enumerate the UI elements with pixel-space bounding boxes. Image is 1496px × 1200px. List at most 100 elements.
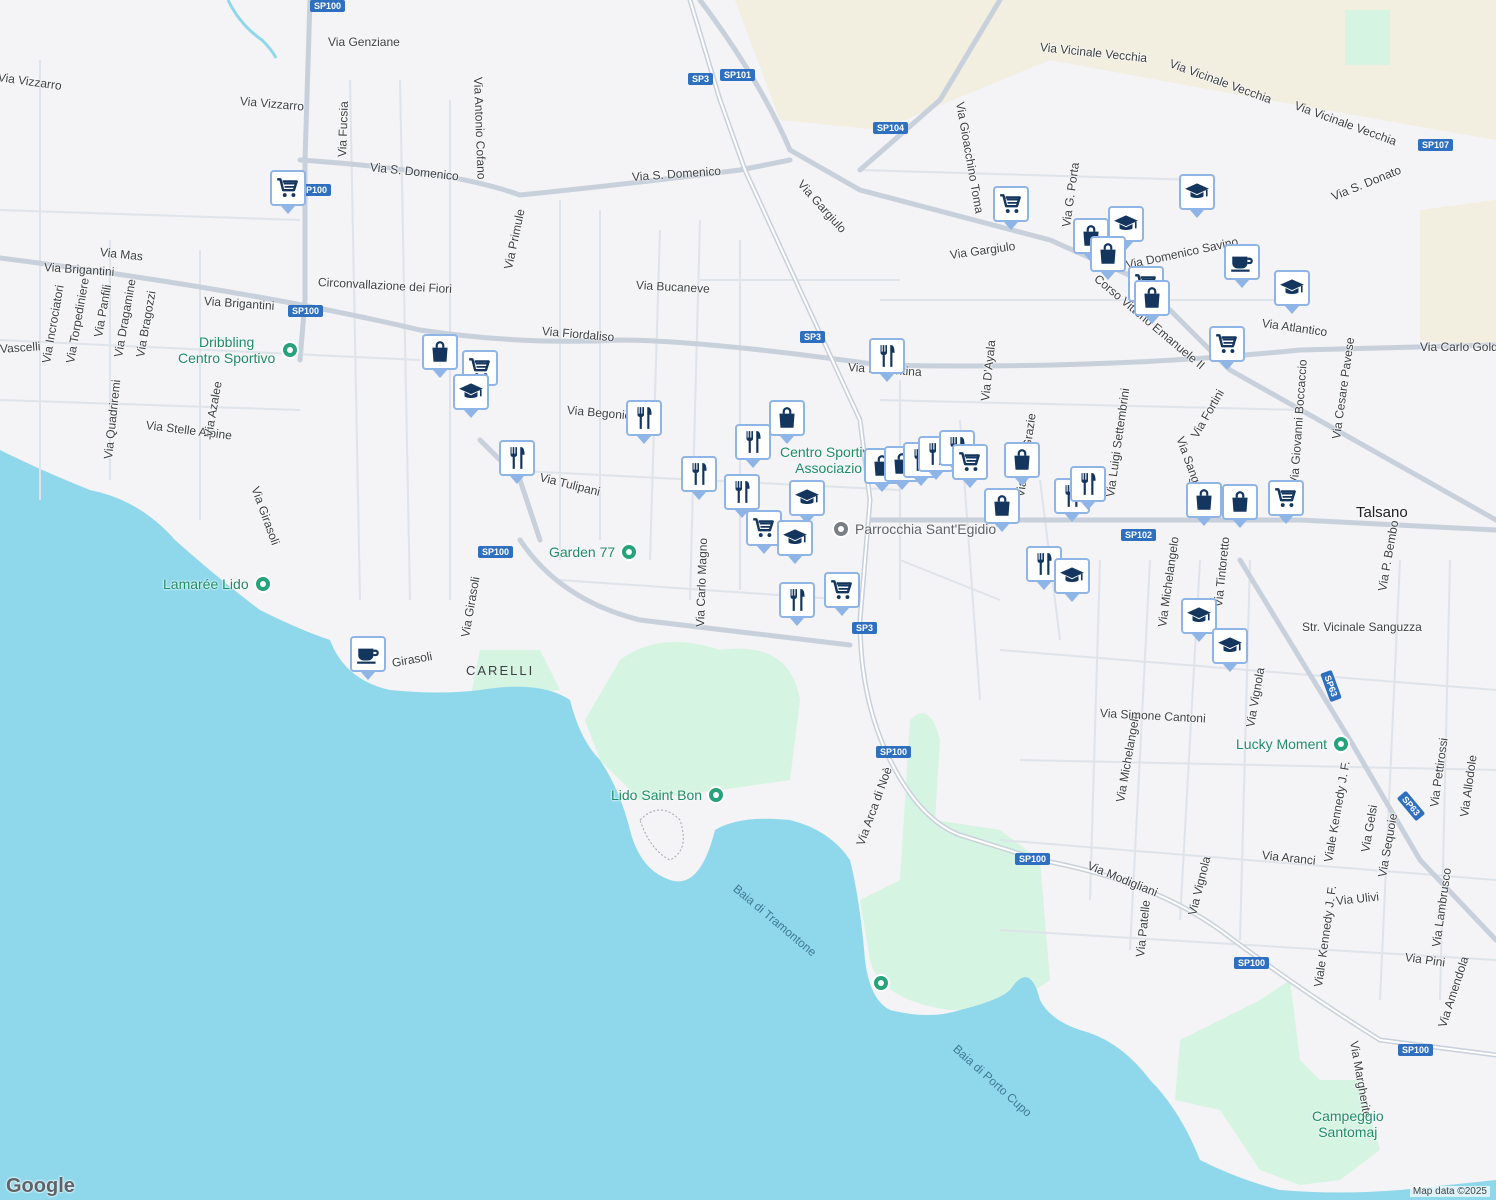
shopping-bag-icon	[769, 400, 805, 436]
school-marker[interactable]	[453, 374, 489, 418]
cafe-marker[interactable]	[350, 636, 386, 680]
shopping-cart-icon	[824, 572, 860, 608]
poi-dribbling[interactable]: Dribbling Centro Sportivo	[178, 334, 300, 366]
school-icon	[777, 520, 813, 556]
shop-marker[interactable]	[422, 334, 458, 378]
marker-pointer	[510, 476, 524, 484]
google-logo: Google	[6, 1175, 75, 1197]
shopping-cart-icon	[993, 186, 1029, 222]
shopping-cart-icon	[1268, 480, 1304, 516]
street-label: Vascelli	[0, 339, 41, 356]
marker-pointer	[995, 524, 1009, 532]
map-base-layer	[0, 0, 1496, 1200]
restaurant-icon	[681, 456, 717, 492]
poi-lamaree-lido[interactable]: Lamarée Lido	[163, 575, 272, 593]
shopping-bag-icon	[1134, 280, 1170, 316]
poi-pin-icon	[620, 543, 639, 561]
route-shield: SP3	[688, 73, 714, 85]
restaurant-marker[interactable]	[779, 582, 815, 626]
marker-pointer	[835, 608, 849, 616]
poi-garden-77[interactable]: Garden 77	[549, 543, 639, 561]
marker-pointer	[464, 410, 478, 418]
marker-pointer	[788, 556, 802, 564]
restaurant-icon	[779, 582, 815, 618]
route-shield: SP3	[852, 622, 878, 634]
shopping-cart-icon	[1209, 326, 1245, 362]
school-icon	[453, 374, 489, 410]
restaurant-marker[interactable]	[499, 440, 535, 484]
grocery-marker[interactable]	[270, 170, 306, 214]
grocery-marker[interactable]	[952, 444, 988, 488]
restaurant-icon	[1070, 466, 1106, 502]
poi-pin-icon	[253, 575, 272, 593]
restaurant-marker[interactable]	[681, 456, 717, 500]
poi-centro-sportivo[interactable]: Centro Sportivo Associazio	[780, 444, 877, 476]
grocery-marker[interactable]	[824, 572, 860, 616]
restaurant-icon	[869, 338, 905, 374]
poi-lucky-moment[interactable]: Lucky Moment	[1236, 735, 1351, 753]
poi-campeggio[interactable]: Campeggio Santomaj	[1312, 1108, 1384, 1140]
town-label: Talsano	[1356, 504, 1408, 521]
shopping-bag-icon	[1222, 484, 1258, 520]
route-shield: SP100	[310, 0, 346, 12]
poi-label: Santomaj	[1318, 1124, 1378, 1140]
route-shield: SP100	[1234, 957, 1270, 969]
shop-marker[interactable]	[984, 488, 1020, 532]
street-label: Via Carlo Goldo	[1420, 340, 1496, 354]
shop-marker[interactable]	[1134, 280, 1170, 324]
route-shield: SP107	[1418, 139, 1454, 151]
cafe-icon	[1224, 244, 1260, 280]
map-canvas[interactable]: Via Genziane Via Vizzarro Via Vizzarro V…	[0, 0, 1496, 1200]
marker-pointer	[1192, 634, 1206, 642]
route-shield: SP100	[876, 746, 912, 758]
marker-pointer	[1233, 520, 1247, 528]
grocery-marker[interactable]	[1209, 326, 1245, 370]
marker-pointer	[1065, 594, 1079, 602]
poi-lido-saint-bon[interactable]: Lido Saint Bon	[611, 786, 726, 804]
route-shield: SP100	[1398, 1044, 1434, 1056]
route-shield: SP100	[478, 546, 514, 558]
poi-park-tree[interactable]	[872, 974, 890, 992]
marker-pointer	[780, 436, 794, 444]
street-label: Via Fucsia	[335, 100, 351, 158]
route-shield: SP102	[1121, 529, 1157, 541]
marker-pointer	[1145, 316, 1159, 324]
route-shield: SP100	[288, 305, 324, 317]
school-icon	[1054, 558, 1090, 594]
school-marker[interactable]	[1054, 558, 1090, 602]
poi-label: Lido Saint Bon	[611, 787, 703, 803]
cafe-marker[interactable]	[1224, 244, 1260, 288]
school-marker[interactable]	[1179, 174, 1215, 218]
grocery-marker[interactable]	[1268, 480, 1304, 524]
shop-marker[interactable]	[1186, 482, 1222, 526]
marker-pointer	[361, 672, 375, 680]
poi-label: Campeggio	[1312, 1108, 1384, 1124]
restaurant-marker[interactable]	[869, 338, 905, 382]
restaurant-icon	[735, 424, 771, 460]
shopping-cart-icon	[270, 170, 306, 206]
shop-marker[interactable]	[769, 400, 805, 444]
restaurant-marker[interactable]	[1070, 466, 1106, 510]
shop-marker[interactable]	[1090, 236, 1126, 280]
school-marker[interactable]	[777, 520, 813, 564]
poi-label: Lucky Moment	[1236, 736, 1328, 752]
marker-pointer	[281, 206, 295, 214]
cafe-icon	[350, 636, 386, 672]
poi-pin-icon	[707, 786, 726, 804]
poi-parrocchia[interactable]: Parrocchia Sant'Egidio	[832, 520, 996, 538]
shop-marker[interactable]	[1222, 484, 1258, 528]
grocery-marker[interactable]	[993, 186, 1029, 230]
school-marker[interactable]	[1212, 628, 1248, 672]
school-icon	[789, 480, 825, 516]
shop-marker[interactable]	[1004, 442, 1040, 486]
school-marker[interactable]	[789, 480, 825, 524]
marker-pointer	[1279, 516, 1293, 524]
map-attribution: Map data ©2025	[1409, 1186, 1490, 1197]
restaurant-marker[interactable]	[735, 424, 771, 468]
marker-pointer	[1037, 582, 1051, 590]
shopping-bag-icon	[1090, 236, 1126, 272]
poi-label: Centro Sportivo	[780, 444, 878, 460]
school-marker[interactable]	[1274, 270, 1310, 314]
restaurant-marker[interactable]	[626, 400, 662, 444]
marker-pointer	[1223, 664, 1237, 672]
